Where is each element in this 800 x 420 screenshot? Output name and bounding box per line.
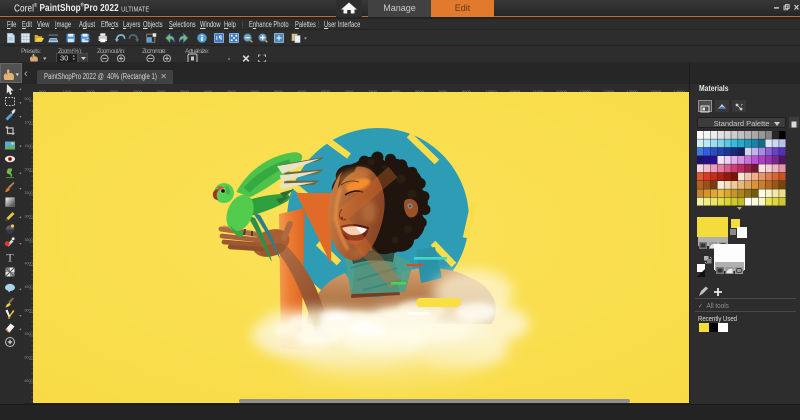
svg-text:1000: 1000 — [25, 121, 33, 125]
svg-text:Zoom out / in:: Zoom out / in: — [97, 48, 125, 55]
svg-text:5000: 5000 — [25, 309, 33, 313]
svg-text:3500: 3500 — [25, 238, 33, 242]
svg-text:4500: 4500 — [25, 285, 33, 289]
svg-text:500: 500 — [25, 97, 31, 101]
svg-text:2500: 2500 — [25, 191, 33, 195]
svg-text:3000: 3000 — [25, 215, 33, 219]
svg-text:6000: 6000 — [25, 356, 33, 360]
svg-text:Zoom more:: Zoom more: — [142, 48, 166, 55]
svg-text:T: T — [6, 251, 14, 265]
svg-text:2000: 2000 — [25, 168, 33, 172]
svg-text:5500: 5500 — [25, 332, 33, 336]
svg-text:4000: 4000 — [25, 262, 33, 266]
svg-text:6500: 6500 — [25, 379, 33, 383]
svg-text:Presets:: Presets: — [21, 48, 41, 55]
svg-text:1500: 1500 — [25, 144, 33, 148]
